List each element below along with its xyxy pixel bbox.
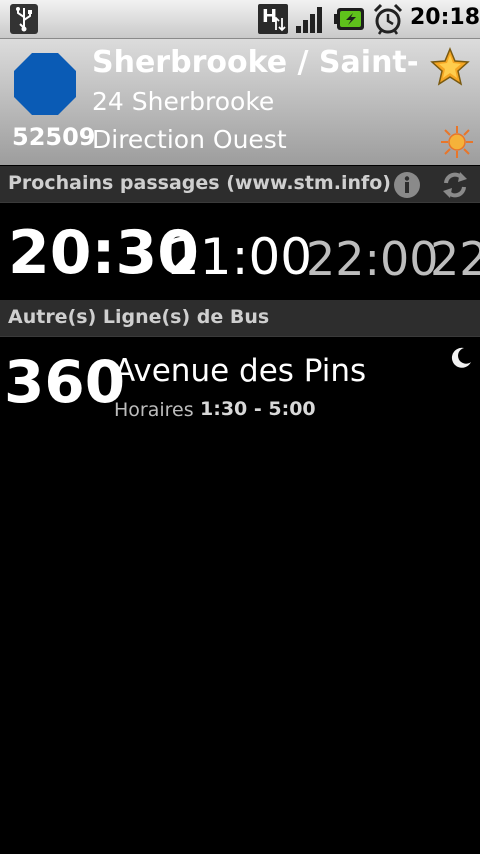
stop-name: Sherbrooke / Saint-L bbox=[92, 45, 417, 80]
section-title: Prochains passages (www.stm.info) bbox=[8, 172, 391, 194]
next-time: 22 bbox=[430, 232, 480, 286]
next-time: 22:00 bbox=[306, 232, 439, 286]
battery-charging-icon bbox=[334, 8, 364, 30]
moon-icon bbox=[451, 347, 471, 368]
list-item[interactable]: 360 Avenue des Pins Horaires 1:30 - 5:00 bbox=[0, 337, 480, 427]
bus-stop-sign-icon bbox=[14, 53, 76, 115]
other-lines-header: Autre(s) Ligne(s) de Bus bbox=[0, 300, 480, 337]
h-network-icon: H bbox=[258, 4, 288, 34]
status-bar: H 20:18 bbox=[0, 0, 480, 39]
status-clock: 20:18 bbox=[410, 5, 480, 30]
next-times-list: 20:30 21:00 22:00 22 bbox=[0, 205, 480, 301]
bus-line-name: Avenue des Pins bbox=[114, 353, 367, 389]
usb-icon bbox=[10, 4, 38, 34]
next-time: 21:00 bbox=[168, 228, 313, 286]
stop-header: 52509 Sherbrooke / Saint-L 24 Sherbrooke… bbox=[0, 39, 480, 165]
stop-code: 52509 bbox=[12, 123, 96, 151]
schedule-value: 1:30 - 5:00 bbox=[200, 398, 316, 420]
bus-line-number: 360 bbox=[4, 348, 126, 416]
signal-icon bbox=[296, 7, 322, 33]
svg-text:H: H bbox=[262, 6, 277, 27]
info-icon[interactable] bbox=[392, 170, 422, 200]
alarm-icon bbox=[373, 3, 403, 35]
sun-icon bbox=[441, 126, 473, 158]
schedule-label: Horaires bbox=[114, 399, 194, 421]
section-title: Autre(s) Ligne(s) de Bus bbox=[8, 306, 270, 328]
route-name: 24 Sherbrooke bbox=[92, 87, 275, 116]
star-icon[interactable] bbox=[430, 47, 470, 87]
refresh-icon[interactable] bbox=[440, 170, 470, 200]
next-passages-header: Prochains passages (www.stm.info) bbox=[0, 166, 480, 203]
direction: Direction Ouest bbox=[92, 125, 287, 154]
